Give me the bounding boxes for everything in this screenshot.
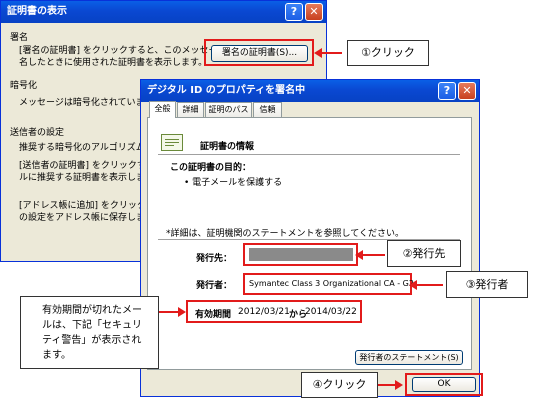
tab-details[interactable]: 詳細 bbox=[177, 102, 204, 118]
issuer-statement-button[interactable]: 発行者のステートメント(S) bbox=[355, 350, 463, 365]
note-line-4: ます。 bbox=[42, 350, 71, 361]
cert-view-title: 証明書の表示 bbox=[7, 6, 67, 17]
note-line-1: 有効期間が切れたメー bbox=[42, 305, 142, 316]
tab-general[interactable]: 全般 bbox=[149, 101, 176, 118]
callout-click1: ①クリック bbox=[347, 40, 429, 66]
digital-id-titlebar: デジタル ID のプロパティを署名中 ? ✕ bbox=[141, 80, 479, 102]
issued-by-value: Symantec Class 3 Organizational CA - G2 bbox=[249, 279, 414, 288]
signature-heading: 署名 bbox=[10, 33, 29, 43]
validity-label: 有効期間 bbox=[195, 310, 232, 320]
digital-id-title: デジタル ID のプロパティを署名中 bbox=[147, 85, 306, 96]
ok-button[interactable]: OK bbox=[412, 377, 476, 392]
close-icon[interactable]: ✕ bbox=[458, 82, 476, 100]
issued-to-label: 発行先： bbox=[196, 254, 233, 264]
purpose-item: • 電子メールを保護する bbox=[184, 178, 283, 188]
callout-expired-note: 有効期間が切れたメー ルは、下記「セキュリ ティ警告」が表示され ます。 bbox=[20, 296, 159, 369]
sender-heading: 送信者の設定 bbox=[10, 128, 65, 138]
arrow-click4 bbox=[378, 384, 396, 386]
cert-view-titlebar: 証明書の表示 ? ✕ bbox=[1, 1, 326, 23]
cert-info-title: 証明書の情報 bbox=[200, 142, 255, 152]
encryption-heading: 暗号化 bbox=[10, 81, 38, 91]
arrow-click1 bbox=[314, 48, 342, 58]
cert-info-icon bbox=[161, 134, 183, 151]
callout-issued-to: ②発行先 bbox=[387, 240, 461, 267]
issued-to-value-redacted bbox=[249, 248, 353, 261]
callout-click4: ④クリック bbox=[301, 372, 378, 398]
issued-by-label: 発行者： bbox=[196, 281, 233, 291]
arrow-note bbox=[159, 311, 179, 313]
note-line-2: ルは、下記「セキュリ bbox=[42, 320, 142, 331]
divider-top bbox=[158, 154, 460, 155]
highlight-signature-button bbox=[204, 39, 314, 66]
arrow-click4-head bbox=[395, 380, 403, 390]
close-icon[interactable]: ✕ bbox=[305, 3, 323, 21]
arrow-issuer bbox=[409, 280, 443, 290]
tab-trust[interactable]: 信頼 bbox=[253, 102, 282, 118]
detail-note: *詳細は、証明機関のステートメントを参照してください。 bbox=[166, 229, 404, 239]
validity-to: 2014/03/22 bbox=[305, 307, 357, 317]
signature-text-2: 名したときに使用された証明書を表示します。 bbox=[19, 58, 208, 68]
tab-cert-path[interactable]: 証明のパス bbox=[205, 102, 252, 118]
purpose-label: この証明書の目的： bbox=[170, 163, 252, 173]
arrow-issued-to bbox=[355, 250, 385, 260]
sender-algo-text: 推奨する暗号化のアルゴリズム： bbox=[19, 143, 154, 153]
help-icon[interactable]: ? bbox=[285, 3, 303, 21]
help-icon[interactable]: ? bbox=[438, 82, 456, 100]
validity-from: 2012/03/21 bbox=[238, 307, 290, 317]
callout-issuer: ③発行者 bbox=[446, 271, 528, 298]
arrow-note-head bbox=[178, 307, 186, 317]
note-line-3: ティ警告」が表示され bbox=[42, 335, 142, 346]
